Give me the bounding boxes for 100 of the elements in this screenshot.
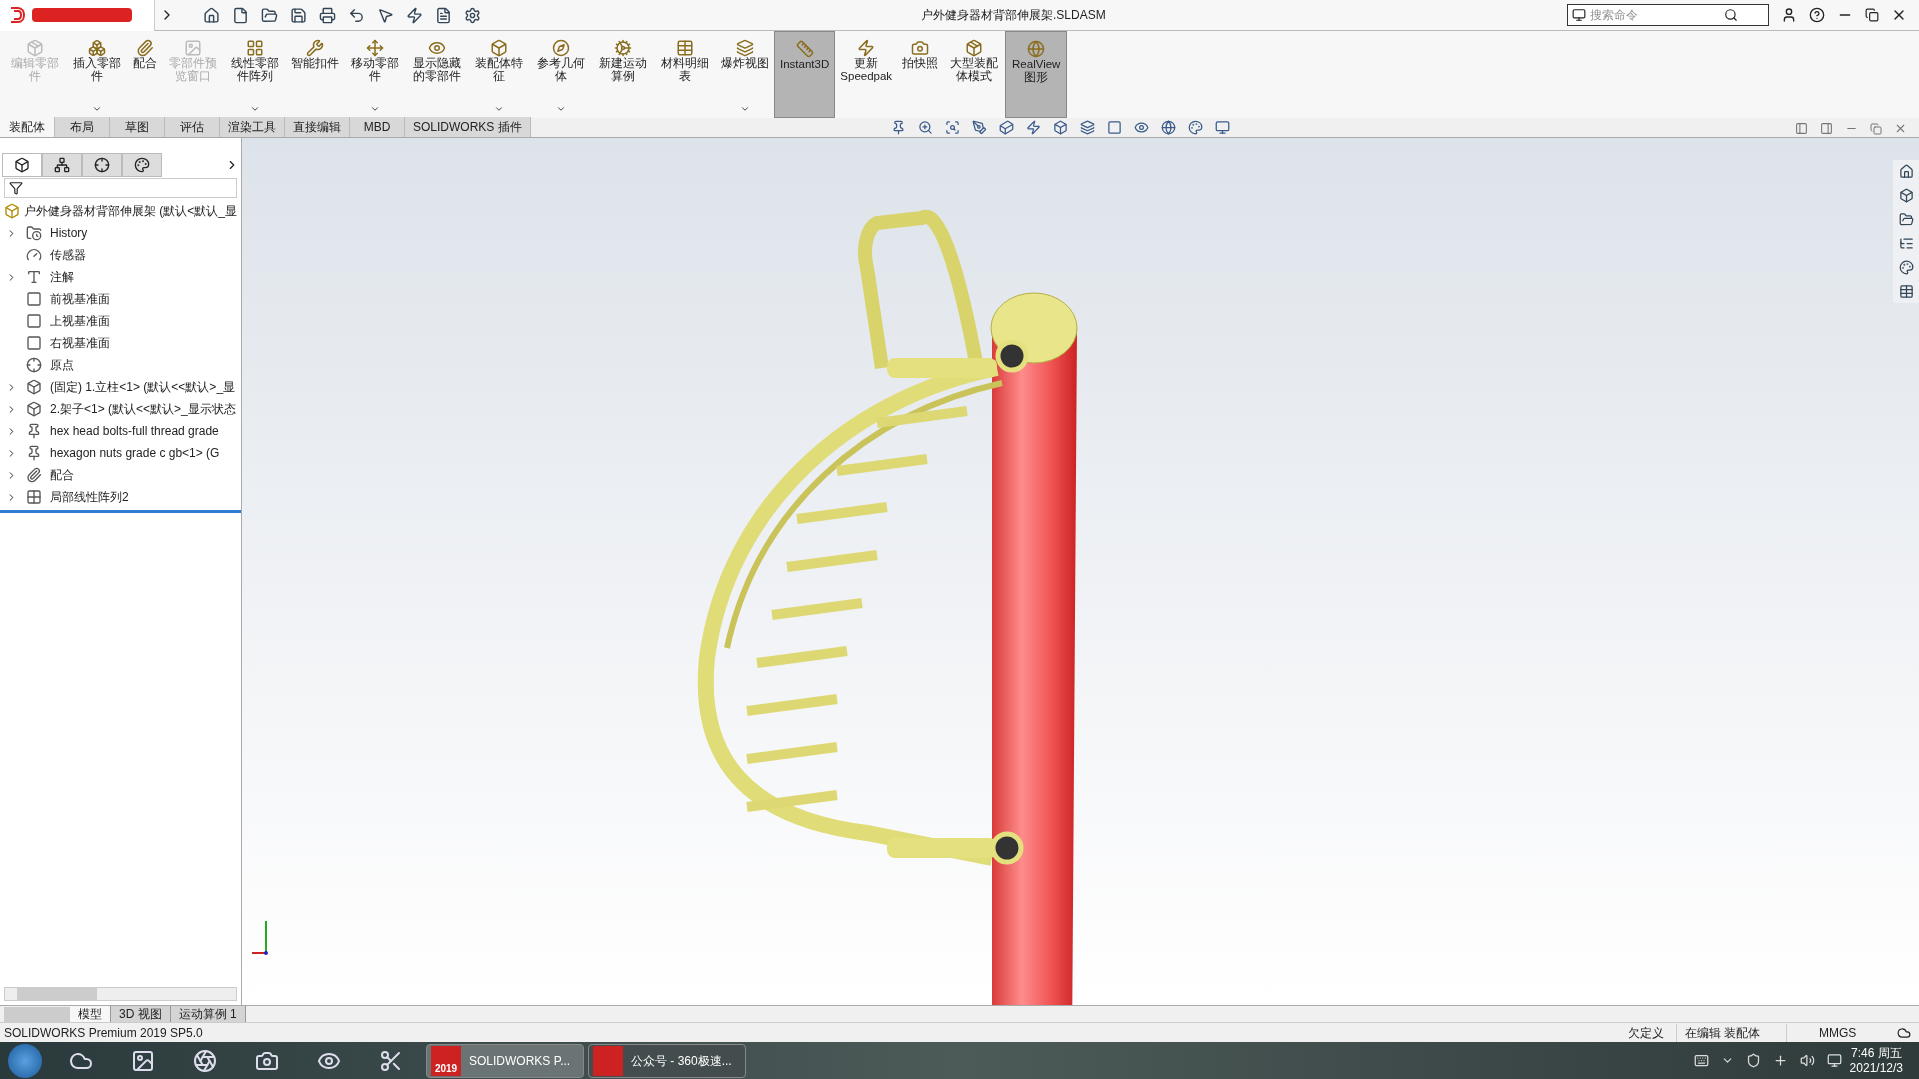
ribbon-button[interactable]: 更新Speedpak	[835, 31, 898, 118]
ribbon-button[interactable]: 爆炸视图	[716, 31, 774, 118]
view-toolbar-icon[interactable]	[971, 120, 987, 135]
tree-item[interactable]: 前视基准面	[50, 290, 110, 308]
view-toolbar-icon[interactable]	[890, 120, 906, 135]
view-toolbar-icon[interactable]	[1214, 120, 1230, 135]
toolbar-icon[interactable]	[464, 6, 481, 24]
ribbon-button[interactable]: 配合	[128, 31, 162, 118]
tree-item[interactable]: 传感器	[50, 246, 86, 264]
view-toolbar-icon[interactable]	[1052, 120, 1068, 135]
task-pane-icon[interactable]	[1898, 284, 1914, 299]
view-toolbar-icon[interactable]	[1133, 120, 1149, 135]
tree-item[interactable]: 上视基准面	[50, 312, 110, 330]
task-pane-icon[interactable]	[1898, 236, 1914, 251]
panel-tab[interactable]	[82, 153, 122, 177]
view-toolbar-icon[interactable]	[1160, 120, 1176, 135]
task-pane-icon[interactable]	[1898, 188, 1914, 203]
start-button[interactable]	[8, 1043, 42, 1078]
ribbon-button[interactable]: 装配体特征	[468, 31, 530, 118]
toolbar-icon[interactable]	[435, 6, 452, 24]
taskbar-window[interactable]: 2019 SOLIDWORKS P...	[426, 1043, 584, 1078]
tree-item[interactable]: (固定) 1.立柱<1> (默认<<默认>_显	[50, 378, 236, 396]
tree-item[interactable]: History	[50, 224, 88, 242]
ribbon-button[interactable]: Instant3D	[774, 31, 836, 118]
ribbon-button[interactable]: 线性零部件阵列	[224, 31, 286, 118]
view-toolbar-icon[interactable]	[917, 120, 933, 135]
ribbon-button[interactable]: RealView图形	[1005, 31, 1068, 118]
help-icon[interactable]	[1809, 7, 1825, 23]
toolbar-icon[interactable]	[203, 6, 220, 24]
tree-item[interactable]: hex head bolts-full thread grade	[50, 422, 219, 440]
tree-item[interactable]: 局部线性阵列2	[50, 488, 129, 506]
search-icon[interactable]	[1724, 8, 1738, 22]
toolbar-icon[interactable]	[290, 6, 307, 24]
taskbar-app-icon[interactable]	[379, 1048, 403, 1073]
filter-field[interactable]	[4, 178, 237, 198]
command-tab[interactable]: 布局	[55, 117, 110, 137]
toolbar-icon[interactable]	[261, 6, 278, 24]
command-tab[interactable]: SOLIDWORKS 插件	[405, 117, 531, 137]
taskbar-app-icon[interactable]	[193, 1048, 217, 1073]
tree-item[interactable]: 配合	[50, 466, 74, 484]
toolbar-icon[interactable]	[232, 6, 249, 24]
view-toolbar-icon[interactable]	[944, 120, 960, 135]
volume-icon[interactable]	[1799, 1053, 1815, 1068]
tree-item[interactable]: 注解	[50, 268, 74, 286]
toolbar-icon[interactable]	[406, 6, 423, 24]
restore-icon[interactable]	[1865, 8, 1879, 22]
tree-item[interactable]: 原点	[50, 356, 74, 374]
ribbon-button[interactable]: 大型装配体模式	[943, 31, 1006, 118]
panel-tab[interactable]	[42, 153, 82, 177]
tree-item[interactable]: 右视基准面	[50, 334, 110, 352]
horizontal-scrollbar[interactable]	[4, 987, 237, 1001]
command-tab[interactable]: 直接编辑	[285, 117, 350, 137]
toolbar-icon[interactable]	[319, 6, 336, 24]
tree-root-label[interactable]: 户外健身器材背部伸展架 (默认<默认_显	[24, 202, 237, 220]
command-tab[interactable]: 渲染工具	[220, 117, 285, 137]
toolbar-icon[interactable]	[348, 6, 365, 24]
panel-tab[interactable]	[2, 153, 42, 177]
view-toolbar-icon[interactable]	[1187, 120, 1203, 135]
pane-right-icon[interactable]	[1820, 122, 1833, 135]
panel-tab[interactable]	[122, 153, 162, 177]
task-pane-icon[interactable]	[1898, 260, 1914, 275]
command-tab[interactable]: MBD	[350, 117, 405, 137]
status-units[interactable]: MMGS	[1819, 1023, 1889, 1042]
model-tab[interactable]: 运动算例 1	[170, 1006, 246, 1022]
command-tab[interactable]: 评估	[165, 117, 220, 137]
tree-item[interactable]: 2.架子<1> (默认<<默认>_显示状态	[50, 400, 236, 418]
tree-item[interactable]: hexagon nuts grade c gb<1> (G	[50, 444, 220, 462]
clock-date[interactable]: 2021/12/3	[1849, 1060, 1903, 1076]
task-pane-icon[interactable]	[1898, 212, 1914, 227]
task-pane-icon[interactable]	[1898, 164, 1914, 179]
plus-icon[interactable]	[1772, 1053, 1788, 1068]
user-icon[interactable]	[1781, 7, 1797, 23]
view-toolbar-icon[interactable]	[1106, 120, 1122, 135]
model-tab[interactable]: 3D 视图	[111, 1006, 171, 1022]
taskbar-window[interactable]: 公众号 - 360极速...	[588, 1043, 746, 1078]
pane-left-icon[interactable]	[1795, 122, 1808, 135]
ribbon-button[interactable]: 显示隐藏的零部件	[406, 31, 468, 118]
taskbar-app-icon[interactable]	[131, 1048, 155, 1073]
ribbon-button[interactable]: 材料明细表	[654, 31, 716, 118]
search-input[interactable]: 搜索命令	[1590, 6, 1720, 24]
clock-time[interactable]: 7:46 周五	[1850, 1045, 1902, 1061]
view-toolbar-icon[interactable]	[998, 120, 1014, 135]
search-field[interactable]: 搜索命令	[1567, 4, 1769, 26]
app-logo[interactable]	[0, 0, 155, 31]
ribbon-button[interactable]: 移动零部件	[344, 31, 406, 118]
model-tab[interactable]: 模型	[70, 1006, 111, 1022]
view-toolbar-icon[interactable]	[1079, 120, 1095, 135]
command-tab[interactable]: 装配体	[0, 117, 55, 137]
view-toolbar-icon[interactable]	[1025, 120, 1041, 135]
status-icon[interactable]	[1897, 1025, 1911, 1040]
ribbon-button[interactable]: 拍快照	[897, 31, 944, 118]
ribbon-button[interactable]: 智能扣件	[286, 31, 344, 118]
ribbon-button[interactable]: 新建运动算例	[592, 31, 654, 118]
shield-icon[interactable]	[1745, 1053, 1761, 1068]
toolbar-icon[interactable]	[377, 6, 394, 24]
ribbon-button[interactable]: 参考几何体	[530, 31, 592, 118]
command-tab[interactable]: 草图	[110, 117, 165, 137]
ribbon-button[interactable]: 插入零部件	[66, 31, 128, 118]
keyboard-icon[interactable]	[1693, 1053, 1709, 1068]
filter-icon[interactable]	[9, 181, 23, 195]
